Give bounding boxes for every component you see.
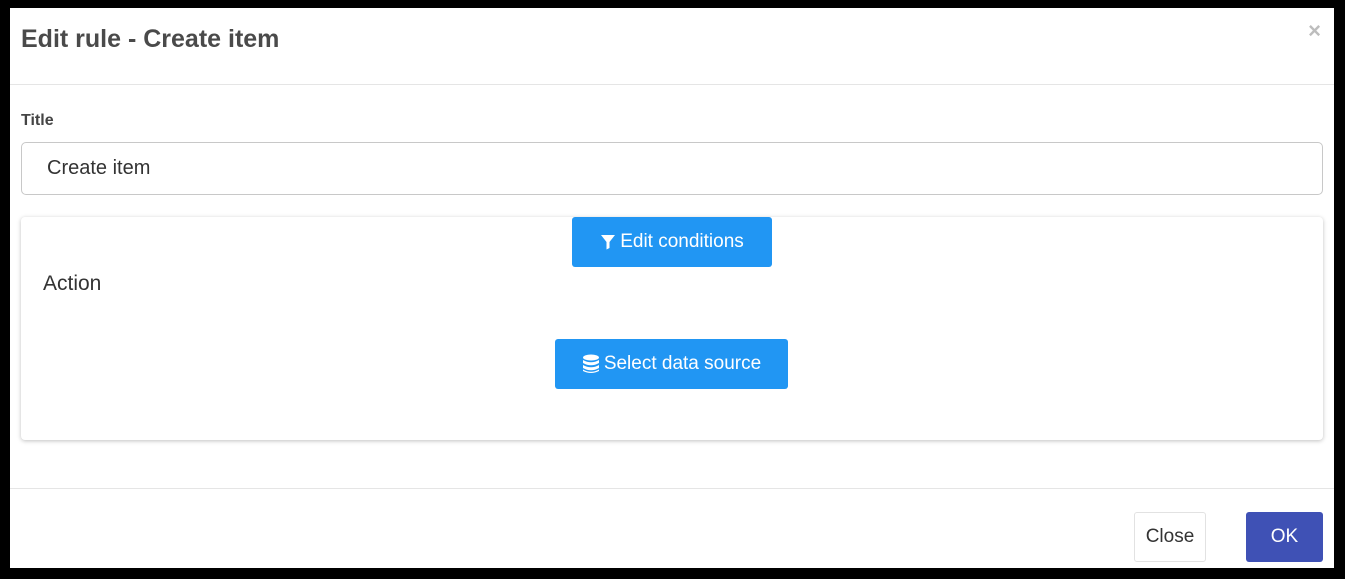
title-input[interactable] <box>21 142 1323 195</box>
database-icon <box>582 354 600 374</box>
title-field-label: Title <box>21 112 54 129</box>
rule-card: Edit conditions Action Select data sourc… <box>21 217 1323 440</box>
footer-divider <box>10 488 1334 489</box>
edit-conditions-label: Edit conditions <box>620 231 744 252</box>
select-data-source-button[interactable]: Select data source <box>555 339 788 389</box>
ok-button[interactable]: OK <box>1246 512 1323 562</box>
select-data-source-label: Select data source <box>603 353 762 374</box>
close-icon[interactable]: × <box>1308 20 1321 42</box>
dialog-title: Edit rule - Create item <box>21 25 280 53</box>
close-button[interactable]: Close <box>1134 512 1206 562</box>
edit-rule-dialog: Edit rule - Create item × Title Edit con… <box>10 8 1334 568</box>
dialog-header: Edit rule - Create item × <box>10 8 1334 85</box>
filter-icon <box>600 234 616 250</box>
action-label: Action <box>43 272 102 295</box>
edit-conditions-button[interactable]: Edit conditions <box>572 217 772 267</box>
